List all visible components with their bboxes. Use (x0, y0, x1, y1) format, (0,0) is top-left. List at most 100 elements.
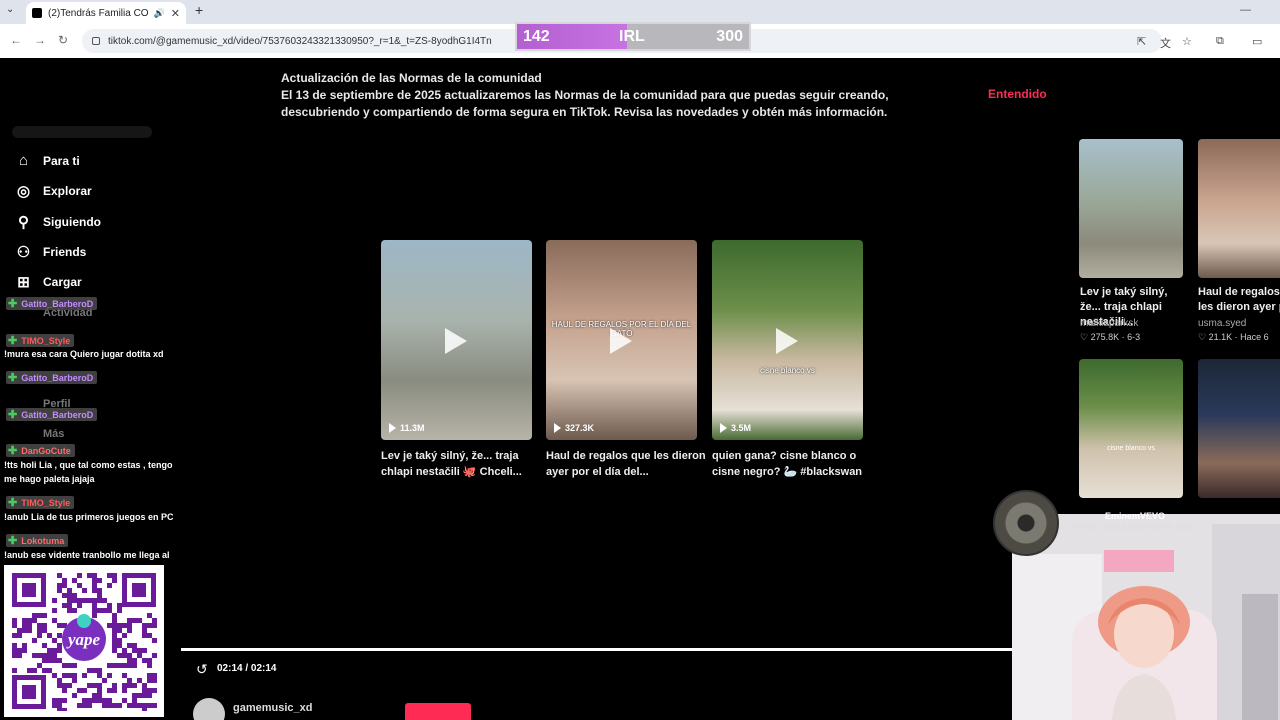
close-tab-icon[interactable]: ✕ (171, 7, 180, 20)
yape-qr-code: yape (4, 565, 164, 717)
upload-icon: ⊞ (17, 273, 30, 291)
related-video-title[interactable]: Haul de regalos que les dieron ayer po..… (1198, 285, 1280, 315)
plus-badge-icon: ✚ (8, 298, 18, 310)
goal-label: IRL (619, 28, 645, 45)
video-progress-bar[interactable] (181, 648, 1013, 651)
tiktok-favicon-icon (32, 8, 42, 18)
views-play-icon (720, 423, 727, 433)
video-time: 02:14 / 02:14 (217, 663, 277, 674)
follow-button[interactable] (405, 703, 471, 720)
related-video-stats: ♡ 21.1K · Hace 6 (1198, 332, 1269, 342)
tab-search-icon[interactable]: ⌄ (6, 4, 14, 15)
svg-text:yape: yape (66, 630, 101, 649)
notice-dismiss-button[interactable]: Entendido (988, 87, 1047, 101)
nav-mas[interactable]: Más (43, 428, 64, 440)
chat-username: ✚ DanGoCute (6, 444, 75, 457)
chat-username: ✚ Lokotuma (6, 534, 69, 547)
translate-icon[interactable]: 文 (1160, 35, 1171, 51)
audio-icon[interactable]: 🔊 (154, 8, 165, 19)
chat-message: me hago paleta jajaja (4, 474, 95, 484)
sidepanel-icon[interactable]: ▭ (1252, 35, 1262, 48)
plus-badge-icon: ✚ (8, 445, 18, 457)
video-title[interactable]: Lev je taký silný, že... traja chlapi ne… (381, 448, 541, 480)
home-icon: ⌂ (18, 152, 29, 169)
views-text: 11.3M (400, 423, 425, 433)
video-thumbnail[interactable]: HAUL DE REGALOS POR EL DÍA DEL GATO 327.… (546, 240, 697, 440)
plus-badge-icon: ✚ (8, 497, 18, 509)
play-icon[interactable] (610, 328, 632, 354)
related-video-thumbnail[interactable] (1079, 139, 1183, 278)
video-title[interactable]: Haul de regalos que les dieron ayer por … (546, 448, 706, 480)
nav-cargar[interactable]: ⊞ Cargar (15, 273, 82, 291)
video-thumbnail[interactable]: 11.3M (381, 240, 532, 440)
nav-para-ti[interactable]: ⌂ Para ti (15, 152, 80, 169)
nav-label: Siguiendo (43, 214, 101, 229)
related-video-author[interactable]: usma.syed (1198, 318, 1246, 329)
plus-badge-icon: ✚ (8, 535, 18, 547)
minimize-icon[interactable]: — (1240, 4, 1251, 16)
related-video-thumbnail[interactable] (1198, 139, 1280, 278)
related-video-thumbnail[interactable]: cisne blanco vs (1079, 359, 1183, 498)
chat-username: ✚ TIMO_Style (6, 496, 75, 509)
view-count: 327.3K (554, 423, 594, 433)
notice-title: Actualización de las Normas de la comuni… (281, 71, 542, 85)
thumbnail-caption: cisne blanco vs (760, 366, 815, 375)
chat-message: !mura esa cara Quiero jugar dotita xd (4, 349, 164, 359)
chat-user-text: DanGoCute (21, 445, 71, 456)
nav-siguiendo[interactable]: ⚲ Siguiendo (15, 213, 101, 231)
chat-user-text: Gatito_BarberoD (21, 372, 94, 383)
goal-current: 142 (523, 28, 550, 45)
now-playing-artist: EminemVEVO (1105, 511, 1166, 521)
new-tab-icon[interactable]: + (195, 2, 203, 18)
chat-username: ✚ Gatito_BarberoD (6, 297, 98, 310)
plus-badge-icon: ✚ (8, 372, 18, 384)
compass-icon: ◎ (16, 182, 31, 200)
stream-goal-bar: 142 IRL 300 (515, 22, 751, 51)
goal-target: 300 (716, 28, 743, 45)
play-icon[interactable] (445, 328, 467, 354)
nav-label: Cargar (43, 274, 82, 289)
extensions-icon[interactable]: ⧉ (1216, 35, 1224, 48)
view-count: 11.3M (389, 423, 425, 433)
chat-user-text: Gatito_BarberoD (21, 298, 94, 309)
chat-message: !tts holi Lia , que tal como estas , ten… (4, 460, 173, 470)
views-text: 327.3K (565, 423, 595, 433)
notice-body: El 13 de septiembre de 2025 actualizarem… (281, 88, 889, 119)
author-name[interactable]: gamemusic_xd (233, 702, 312, 714)
replay-icon[interactable]: ↺ (196, 661, 208, 678)
related-video-thumbnail[interactable] (1198, 359, 1280, 498)
related-video-stats: ♡ 275.8K · 6-3 (1080, 332, 1141, 342)
sidebar-search[interactable] (12, 126, 152, 138)
webcam-scene-graphic (1012, 514, 1280, 720)
cast-icon[interactable]: ⇱ (1137, 35, 1146, 48)
chat-username: ✚ TIMO_Style (6, 334, 75, 347)
video-thumbnail[interactable]: cisne blanco vs 3.5M (712, 240, 863, 440)
views-play-icon (554, 423, 561, 433)
site-info-icon[interactable] (92, 37, 100, 45)
friends-icon: ⚇ (16, 243, 31, 261)
reload-icon[interactable]: ↻ (58, 33, 68, 47)
related-video-author[interactable]: malkiaparksk (1080, 318, 1138, 329)
chat-user-text: Gatito_BarberoD (21, 409, 94, 420)
chat-user-text: TIMO_Style (21, 497, 71, 508)
now-playing-song: Eminem - Stan (Long Version) ft. Dido (1073, 524, 1191, 531)
author-avatar[interactable] (193, 698, 225, 720)
play-icon[interactable] (776, 328, 798, 354)
views-play-icon (389, 423, 396, 433)
bookmark-star-icon[interactable]: ☆ (1182, 35, 1192, 48)
chat-user-text: TIMO_Style (21, 335, 71, 346)
browser-tab[interactable]: (2)Tendrás Familia CON SA 🔊 ✕ (26, 2, 186, 24)
qr-code-graphic: yape (10, 571, 158, 711)
nav-explorar[interactable]: ◎ Explorar (15, 182, 92, 200)
url-text: tiktok.com/@gamemusic_xd/video/753760324… (108, 35, 492, 47)
nav-label: Para ti (43, 153, 80, 168)
thumbnail-caption: cisne blanco vs (1107, 445, 1155, 452)
video-title[interactable]: quien gana? cisne blanco o cisne negro? … (712, 448, 872, 480)
back-icon[interactable]: ← (10, 33, 22, 47)
forward-icon[interactable]: → (34, 33, 46, 47)
nav-friends[interactable]: ⚇ Friends (15, 243, 87, 261)
view-count: 3.5M (720, 423, 751, 433)
tab-title: (2)Tendrás Familia CON SA (48, 7, 148, 19)
music-disc-icon (993, 490, 1059, 556)
chat-message: !anub Lia de tus primeros juegos en PC (4, 512, 174, 522)
